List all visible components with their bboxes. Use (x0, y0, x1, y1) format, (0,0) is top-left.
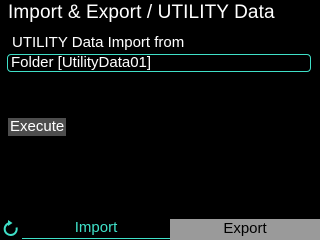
source-folder-value: Folder [UtilityData01] (11, 54, 152, 71)
screen: Import & Export / UTILITY Data UTILITY D… (0, 0, 320, 240)
bottom-tab-bar: Import Export (0, 218, 320, 240)
page-title: Import & Export / UTILITY Data (8, 2, 275, 23)
refresh-back-icon[interactable] (3, 219, 19, 237)
tab-export[interactable]: Export (170, 219, 320, 240)
import-source-label: UTILITY Data Import from (12, 34, 185, 51)
execute-button[interactable]: Execute (8, 118, 67, 136)
tab-import[interactable]: Import (22, 218, 170, 239)
source-folder-select[interactable]: Folder [UtilityData01] (7, 54, 311, 72)
